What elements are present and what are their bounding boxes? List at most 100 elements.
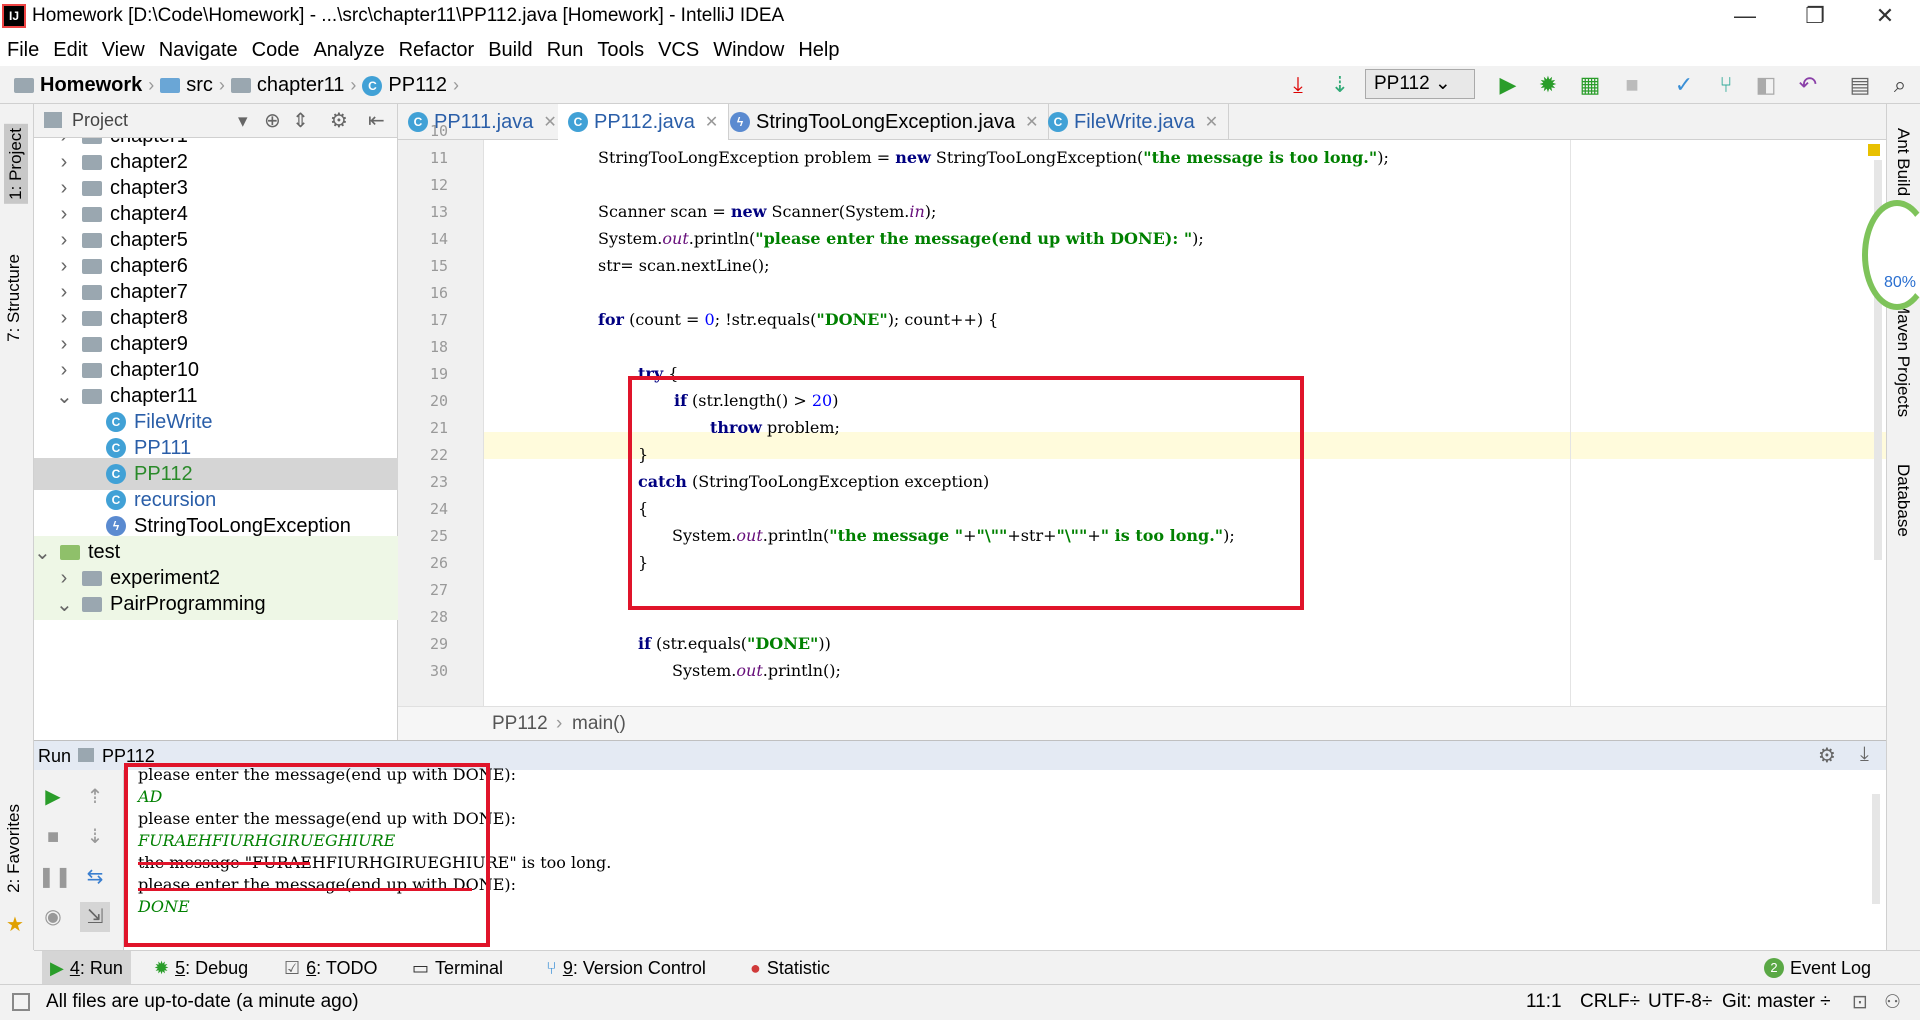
dump-threads-icon[interactable]: ◉	[38, 902, 68, 932]
chevron-right-icon[interactable]: ›	[56, 307, 72, 330]
menu-build[interactable]: Build	[481, 34, 539, 66]
bottom-tab-debug[interactable]: ✹ 5: Debug	[146, 951, 256, 985]
chevron-down-icon[interactable]: ⌄	[56, 592, 73, 617]
chevron-right-icon[interactable]: ›	[56, 281, 72, 304]
chevron-right-icon[interactable]: ›	[56, 203, 72, 226]
breadcrumb-project[interactable]: Homework	[40, 74, 142, 97]
stop-icon[interactable]: ■	[1618, 72, 1646, 98]
menu-view[interactable]: View	[95, 34, 152, 66]
line-number[interactable]: 24	[398, 500, 448, 518]
chevron-down-icon[interactable]: ⌄	[56, 384, 73, 409]
line-number[interactable]: 13	[398, 203, 448, 221]
hide-panel-icon[interactable]: ⤓	[1860, 743, 1869, 766]
line-number[interactable]: 21	[398, 419, 448, 437]
vcs-commit-icon[interactable]: ⑂	[1712, 72, 1740, 98]
project-panel-title[interactable]: Project	[72, 110, 128, 131]
bottom-tab-statistic[interactable]: ● Statistic	[742, 951, 838, 985]
collapse-icon[interactable]: ⇕	[292, 108, 309, 133]
bottom-tab-todo[interactable]: ☑ 6: TODO	[276, 951, 386, 985]
line-number[interactable]: 19	[398, 365, 448, 383]
search-icon[interactable]: ⌕	[1886, 72, 1914, 98]
restore-button[interactable]: ❐	[1780, 0, 1850, 34]
locate-icon[interactable]: ⊕	[264, 108, 281, 133]
chevron-right-icon[interactable]: ›	[56, 151, 72, 174]
tool-tab-structure[interactable]: 7: Structure	[4, 254, 24, 342]
scroll-down-icon[interactable]: ⇣	[80, 822, 110, 852]
tree-item-pairprogramming[interactable]: ⌄ PairProgramming	[34, 588, 398, 620]
bottom-tab-terminal[interactable]: ▭ Terminal	[404, 951, 511, 985]
line-number[interactable]: 10	[398, 122, 448, 140]
menu-edit[interactable]: Edit	[46, 34, 94, 66]
sort-down-icon[interactable]: ⇣	[1326, 72, 1354, 98]
line-number[interactable]: 14	[398, 230, 448, 248]
tool-tab-database[interactable]: Database	[1893, 464, 1913, 537]
rerun-icon[interactable]: ▶	[38, 782, 68, 812]
chevron-right-icon[interactable]: ›	[56, 567, 72, 590]
console-scrollbar[interactable]	[1872, 794, 1880, 904]
menu-refactor[interactable]: Refactor	[392, 34, 482, 66]
close-icon[interactable]: ✕	[1205, 112, 1218, 132]
hide-icon[interactable]: ⇤	[368, 108, 385, 133]
line-number[interactable]: 28	[398, 608, 448, 626]
line-number[interactable]: 11	[398, 149, 448, 167]
menu-file[interactable]: File	[0, 34, 46, 66]
line-number[interactable]: 22	[398, 446, 448, 464]
minimize-button[interactable]: —	[1710, 0, 1780, 34]
inspector-icon[interactable]: ⚇	[1884, 991, 1901, 1014]
close-icon[interactable]: ✕	[1025, 112, 1038, 132]
chevron-right-icon[interactable]: ›	[56, 229, 72, 252]
breadcrumb-chapter11[interactable]: chapter11	[257, 74, 344, 97]
menu-vcs[interactable]: VCS	[651, 34, 706, 66]
line-number[interactable]: 26	[398, 554, 448, 572]
bottom-tab-run[interactable]: ▶ 4: Run	[42, 951, 131, 985]
scroll-to-end-icon[interactable]: ⇲	[80, 902, 110, 932]
project-structure-icon[interactable]: ▤	[1846, 72, 1874, 98]
line-number[interactable]: 30	[398, 662, 448, 680]
caret-position[interactable]: 11:1	[1526, 991, 1562, 1013]
menu-tools[interactable]: Tools	[590, 34, 651, 66]
close-icon[interactable]: ✕	[705, 112, 718, 132]
run-configuration-select[interactable]: PP112 ⌄	[1365, 69, 1475, 99]
line-number[interactable]: 16	[398, 284, 448, 302]
tool-tab-favorites[interactable]: 2: Favorites	[4, 804, 24, 893]
close-button[interactable]: ✕	[1850, 0, 1920, 34]
menu-help[interactable]: Help	[791, 34, 846, 66]
line-number[interactable]: 17	[398, 311, 448, 329]
code-editor[interactable]: 10 11 12 13 14 15 16 17 18 19 20 21 22 23 24 25 26 27 28 29…	[398, 122, 1886, 706]
coverage-icon[interactable]: ▦	[1576, 72, 1604, 98]
line-number[interactable]: 20	[398, 392, 448, 410]
tab-stringtoolongexception[interactable]: ϟ StringTooLongException.java ✕	[720, 104, 1050, 140]
line-number[interactable]: 29	[398, 635, 448, 653]
debug-icon[interactable]: ✹	[1534, 72, 1562, 98]
tab-pp112[interactable]: C PP112.java ✕	[558, 104, 730, 140]
pause-icon[interactable]: ❚❚	[38, 862, 72, 892]
gear-icon[interactable]: ⚙	[330, 108, 348, 133]
menu-window[interactable]: Window	[706, 34, 791, 66]
menu-navigate[interactable]: Navigate	[152, 34, 245, 66]
chevron-right-icon[interactable]: ›	[56, 255, 72, 278]
bottom-tab-version-control[interactable]: ⑂ 9: Version Control	[538, 951, 714, 985]
soft-wrap-icon[interactable]: ⇆	[80, 862, 110, 892]
update-project-icon[interactable]: ⤓	[1284, 72, 1312, 98]
event-log-button[interactable]: 2 Event Log	[1756, 951, 1879, 985]
line-number[interactable]: 25	[398, 527, 448, 545]
line-number[interactable]: 15	[398, 257, 448, 275]
gear-icon[interactable]: ⚙	[1818, 743, 1836, 768]
line-number[interactable]: 27	[398, 581, 448, 599]
revert-icon[interactable]: ↶	[1794, 72, 1822, 98]
git-branch[interactable]: Git: master ÷	[1722, 991, 1831, 1013]
line-number[interactable]: 18	[398, 338, 448, 356]
chevron-right-icon[interactable]: ›	[56, 359, 72, 382]
menu-analyze[interactable]: Analyze	[306, 34, 391, 66]
tab-filewrite[interactable]: C FileWrite.java ✕	[1038, 104, 1230, 140]
vcs-update-icon[interactable]: ✓	[1670, 72, 1698, 98]
editor-crumb-method[interactable]: main()	[572, 713, 626, 735]
line-separator[interactable]: CRLF÷	[1580, 991, 1640, 1013]
scroll-up-icon[interactable]: ⇡	[80, 782, 110, 812]
breadcrumb-pp112[interactable]: PP112	[388, 74, 447, 97]
menu-run[interactable]: Run	[540, 34, 591, 66]
line-number[interactable]: 23	[398, 473, 448, 491]
tool-tab-project[interactable]: 1: Project	[4, 124, 28, 204]
close-icon[interactable]: ✕	[543, 112, 556, 132]
warning-marker-icon[interactable]	[1868, 144, 1880, 156]
